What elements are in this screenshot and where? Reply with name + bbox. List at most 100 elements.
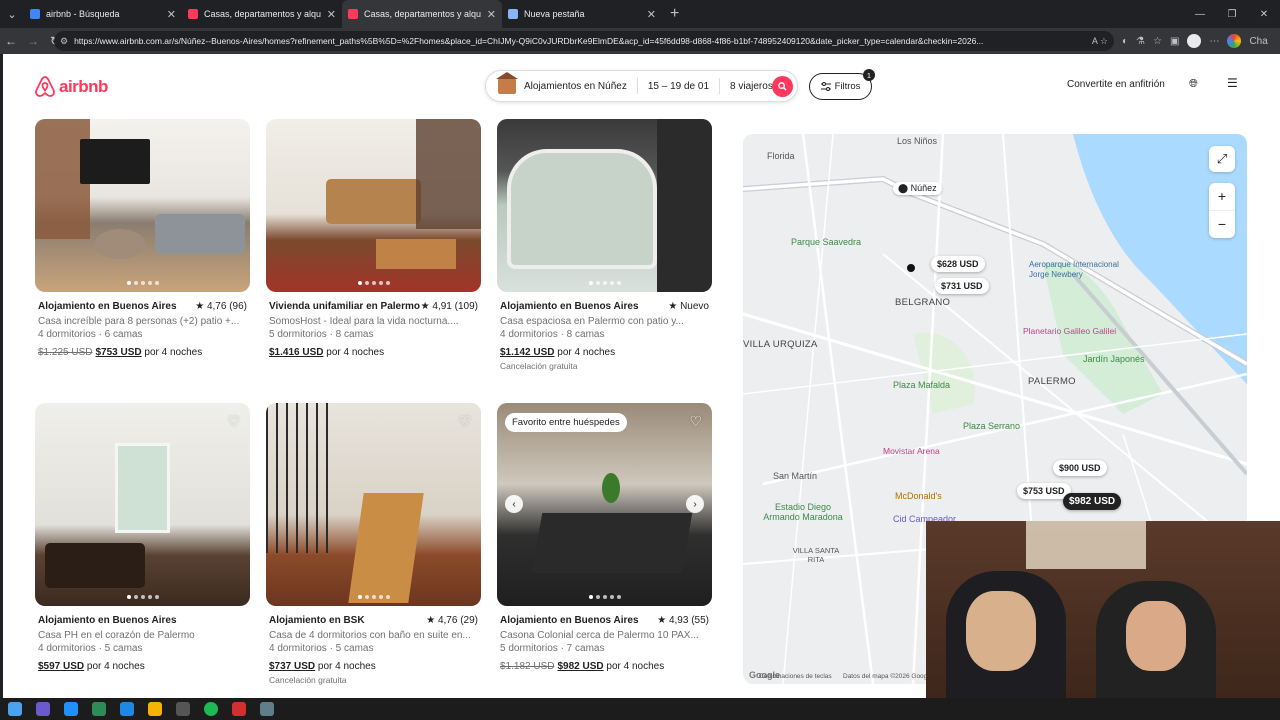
app-icon[interactable] [92, 702, 106, 716]
maximize-icon[interactable]: ❐ [1216, 9, 1248, 20]
map-price-pin[interactable]: $753 USD [1017, 483, 1071, 499]
listing-photo[interactable] [497, 119, 712, 292]
browser-tab-4[interactable]: Nueva pestaña ✕ [502, 0, 662, 28]
extension-icon[interactable]: ◐ [1122, 36, 1128, 47]
map-price-pin[interactable]: $900 USD [1053, 460, 1107, 476]
more-icon[interactable]: ⋯ [1209, 36, 1219, 47]
listing-card[interactable]: ♡ Alojamiento en BSK ★ 4,76 (29) Casa de … [266, 403, 481, 685]
keyboard-shortcuts-link[interactable]: Combinaciones de teclas [759, 673, 832, 680]
site-info-icon[interactable]: ⚙ [60, 36, 68, 47]
file-explorer-icon[interactable] [148, 702, 162, 716]
new-tab-plus-icon[interactable]: + [670, 5, 679, 23]
filters-button[interactable]: Filtros 1 [809, 69, 875, 100]
airbnb-logo[interactable]: airbnb [35, 76, 108, 97]
airbnb-logo-icon [35, 76, 55, 97]
close-tab-icon[interactable]: ✕ [167, 8, 176, 21]
forward-icon[interactable]: → [22, 34, 44, 48]
close-tab-icon[interactable]: ✕ [327, 8, 336, 21]
listing-card[interactable]: Vivienda unifamiliar en Palermo ★ 4,91 (1… [266, 119, 481, 358]
browser-tab-2[interactable]: Casas, departamentos y alquileres ✕ [182, 0, 342, 28]
profile-avatar[interactable] [1187, 34, 1202, 48]
collections-icon[interactable]: ▣ [1170, 36, 1179, 47]
map-label: Núñez [910, 183, 937, 193]
listing-card[interactable]: Alojamiento en Buenos Aires ★ 4,76 (96) C… [35, 119, 250, 358]
map-label: Los Niños [897, 136, 938, 146]
app-icon[interactable] [120, 702, 134, 716]
copilot-icon[interactable] [1227, 34, 1242, 48]
address-bar[interactable]: ⚙ https://www.airbnb.com.ar/s/Núñez--Bue… [54, 31, 1114, 51]
search-bar[interactable]: Alojamientos en Núñez 15 – 19 de 01 8 vi… [485, 70, 798, 102]
price-period: por 4 noches [606, 661, 665, 672]
menu-icon[interactable]: ☰ [1227, 76, 1238, 90]
tab-search-menu-icon[interactable]: ⌄ [0, 0, 24, 28]
search-location[interactable]: Alojamientos en Núñez [522, 81, 637, 92]
guest-favorite-badge: Favorito entre huéspedes [505, 413, 627, 432]
search-button[interactable] [772, 76, 793, 97]
calculator-icon[interactable] [260, 702, 274, 716]
current-price[interactable]: $1.142 USD [500, 347, 554, 358]
tab-title: airbnb - Búsqueda [46, 9, 120, 19]
expand-map-icon[interactable]: ⤢ [1209, 146, 1235, 172]
browser-tab-1[interactable]: airbnb - Búsqueda ✕ [24, 0, 182, 28]
listing-rating: ★ 4,91 (109) [420, 301, 478, 312]
wishlist-heart-icon[interactable]: ♡ [227, 413, 240, 430]
minimize-icon[interactable]: — [1184, 9, 1216, 20]
listing-photo[interactable]: ♡ [35, 403, 250, 606]
current-price[interactable]: $982 USD [557, 661, 603, 672]
wishlist-heart-icon[interactable]: ♡ [689, 413, 702, 430]
listing-photo[interactable]: ♡ [266, 403, 481, 606]
current-price[interactable]: $753 USD [95, 347, 141, 358]
close-tab-icon[interactable]: ✕ [647, 8, 656, 21]
zoom-controls: + − [1209, 183, 1235, 238]
airbnb-favicon-icon [188, 9, 198, 19]
become-host-link[interactable]: Convertite en anfitrión [1067, 79, 1165, 90]
current-price[interactable]: $737 USD [269, 661, 315, 672]
next-photo-chevron-icon[interactable]: › [686, 495, 704, 513]
spotify-icon[interactable] [204, 702, 218, 716]
price-period: por 4 noches [86, 661, 145, 672]
globe-icon[interactable]: 🌐︎ [1189, 78, 1198, 91]
app-icon[interactable] [232, 702, 246, 716]
selected-place-pin[interactable]: ⬤ Núñez [893, 182, 942, 195]
logo-text: airbnb [59, 76, 108, 96]
bookmark-star-icon[interactable]: A ☆ [1092, 36, 1108, 47]
zoom-out-icon[interactable]: − [1209, 210, 1235, 237]
back-icon[interactable]: ← [0, 34, 22, 48]
map-label: PALERMO [1028, 376, 1076, 387]
map-label: Estadio Diego Armando Maradona [763, 502, 843, 522]
map-data-attribution: Datos del mapa ©2026 Google [843, 673, 933, 680]
prev-photo-chevron-icon[interactable]: ‹ [505, 495, 523, 513]
searched-location-dot [907, 264, 915, 272]
current-price[interactable]: $1.416 USD [269, 347, 323, 358]
extension-icon[interactable]: ⚗ [1136, 36, 1145, 47]
map-price-pin[interactable]: $628 USD [931, 256, 985, 272]
listing-description: SomosHost - Ideal para la vida nocturna.… [269, 316, 459, 327]
search-dates[interactable]: 15 – 19 de 01 [638, 81, 719, 92]
map-label: Florida [767, 151, 795, 161]
old-price: $1.225 USD [38, 347, 93, 358]
listing-photo[interactable]: Favorito entre huéspedes ♡ ‹ › [497, 403, 712, 606]
listing-card[interactable]: Alojamiento en Buenos Aires ★ Nuevo Casa … [497, 119, 712, 371]
close-window-icon[interactable]: ✕ [1248, 9, 1280, 20]
edge-icon[interactable] [64, 702, 78, 716]
listing-title: Alojamiento en BSK [269, 615, 365, 626]
airbnb-favicon-icon [348, 9, 358, 19]
close-tab-icon[interactable]: ✕ [487, 8, 496, 21]
listing-description: Casona Colonial cerca de Palermo 10 PAX.… [500, 630, 699, 641]
zoom-in-icon[interactable]: + [1209, 183, 1235, 210]
listing-photo[interactable] [35, 119, 250, 292]
listing-card[interactable]: Favorito entre huéspedes ♡ ‹ › Alojamien… [497, 403, 712, 672]
listing-photo[interactable] [266, 119, 481, 292]
windows-start-icon[interactable] [8, 702, 22, 716]
map-price-pin-selected[interactable]: $982 USD [1063, 493, 1122, 510]
app-icon[interactable] [36, 702, 50, 716]
wishlist-heart-icon[interactable]: ♡ [458, 413, 471, 430]
map-label: Parque Saavedra [791, 237, 862, 247]
listing-card[interactable]: ♡ Alojamiento en Buenos Aires Casa PH en… [35, 403, 250, 672]
current-price[interactable]: $597 USD [38, 661, 84, 672]
house-icon [496, 72, 518, 94]
browser-tab-3[interactable]: Casas, departamentos y alquileres ✕ [342, 0, 502, 28]
app-icon[interactable] [176, 702, 190, 716]
favorites-icon[interactable]: ☆ [1153, 36, 1162, 47]
map-price-pin[interactable]: $731 USD [935, 278, 989, 294]
